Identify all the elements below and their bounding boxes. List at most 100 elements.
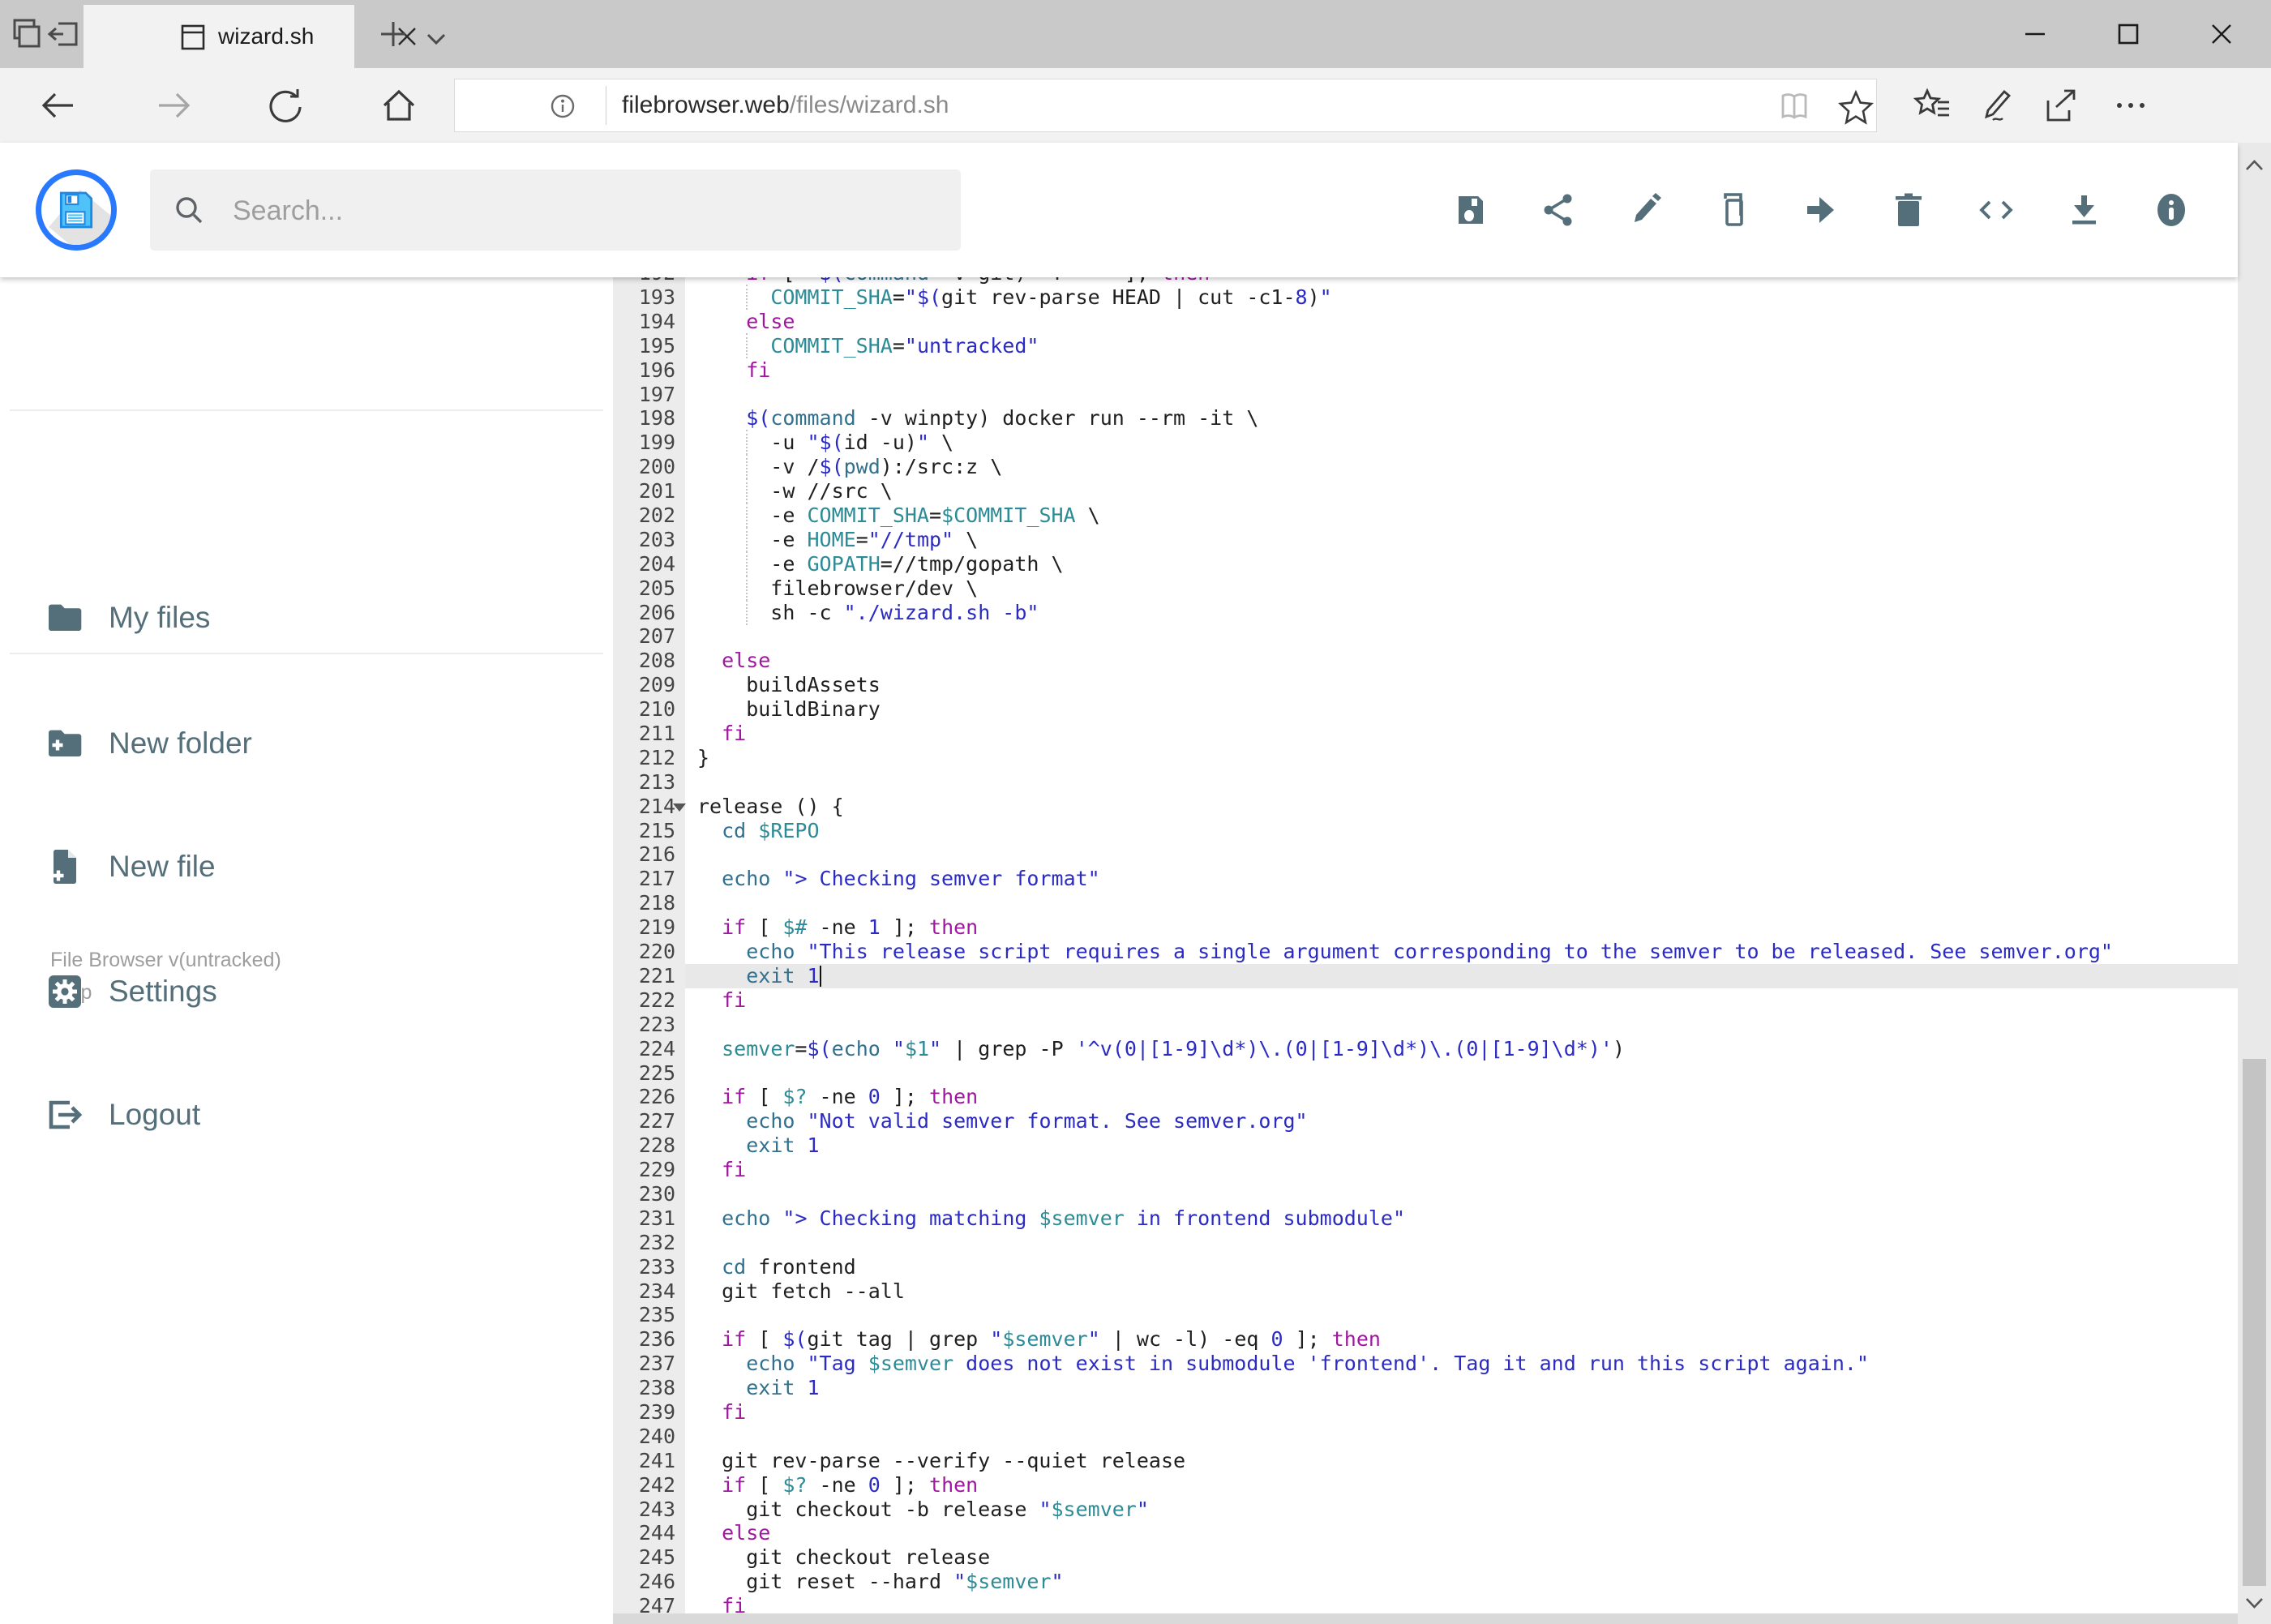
code-line[interactable]: 203 -e HOME="//tmp" \ (613, 526, 2238, 552)
more-options-icon[interactable] (2111, 86, 2150, 125)
annotate-pen-icon[interactable] (1977, 86, 2016, 125)
code-line[interactable]: 209 buildAssets (613, 673, 2238, 697)
code-line[interactable]: 198 $(command -v winpty) docker run --rm… (613, 406, 2238, 431)
code-line[interactable]: 224 semver=$(echo "$1" | grep -P '^v(0|[… (613, 1037, 2238, 1061)
code-line[interactable]: 246 git reset --hard "$semver" (613, 1570, 2238, 1594)
search-input[interactable] (231, 169, 932, 252)
refresh-icon[interactable] (266, 86, 305, 125)
move-button[interactable] (1803, 192, 1839, 228)
tab-list-chevron-icon[interactable] (422, 23, 456, 57)
close-window-button[interactable] (2199, 11, 2244, 57)
code-line[interactable]: 223 (613, 1013, 2238, 1037)
code-line[interactable]: 235 (613, 1303, 2238, 1327)
favorite-star-icon[interactable] (1838, 89, 1874, 125)
share-button[interactable] (1540, 192, 1576, 228)
page-scrollbar[interactable] (2238, 143, 2271, 1624)
browser-tab[interactable]: wizard.sh (84, 5, 416, 68)
code-line[interactable]: 197 (613, 383, 2238, 407)
code-line[interactable]: 218 (613, 891, 2238, 915)
code-line[interactable]: 225 (613, 1061, 2238, 1086)
tab-preview-icon[interactable] (10, 17, 44, 51)
minimize-button[interactable] (2012, 11, 2058, 57)
code-line[interactable]: 244 else (613, 1521, 2238, 1545)
copy-button[interactable] (1716, 192, 1751, 228)
code-line[interactable]: 207 (613, 624, 2238, 649)
code-view-button[interactable] (1978, 192, 2014, 228)
code-line[interactable]: 208 else (613, 649, 2238, 673)
home-icon[interactable] (379, 86, 418, 125)
back-icon[interactable] (39, 86, 78, 125)
filebrowser-logo[interactable] (36, 169, 117, 251)
set-aside-tabs-icon[interactable] (47, 17, 81, 51)
code-line[interactable]: 216 (613, 842, 2238, 867)
sidebar-item-new-file[interactable]: New file (0, 822, 613, 911)
code-line[interactable]: 242 if [ $? -ne 0 ]; then (613, 1473, 2238, 1498)
code-line[interactable]: 228 exit 1 (613, 1133, 2238, 1158)
code-line[interactable]: 214 release () { (613, 795, 2238, 819)
new-tab-icon[interactable] (376, 17, 410, 51)
code-line[interactable]: 204 -e GOPATH=//tmp/gopath \ (613, 551, 2238, 576)
code-line[interactable]: 229 fi (613, 1158, 2238, 1182)
code-line[interactable]: 239 fi (613, 1400, 2238, 1425)
code-line[interactable]: 232 (613, 1231, 2238, 1255)
code-line[interactable]: 211 fi (613, 722, 2238, 746)
code-line[interactable]: 233 cd frontend (613, 1255, 2238, 1279)
rename-button[interactable] (1628, 192, 1664, 228)
code-line[interactable]: 199 -u "$(id -u)" \ (613, 430, 2238, 456)
code-line[interactable]: 194 else (613, 310, 2238, 334)
scroll-up-icon[interactable] (2244, 156, 2265, 176)
code-line[interactable]: 213 (613, 770, 2238, 795)
code-line[interactable]: 217 echo "> Checking semver format" (613, 867, 2238, 891)
search-box[interactable] (150, 169, 961, 252)
code-line[interactable]: 220 echo "This release script requires a… (613, 940, 2238, 964)
code-line[interactable]: 210 buildBinary (613, 697, 2238, 722)
address-bar[interactable]: filebrowser.web/files/wizard.sh (454, 79, 1877, 132)
code-line[interactable]: 215 cd $REPO (613, 819, 2238, 843)
code-line[interactable]: 212} (613, 746, 2238, 770)
code-line[interactable]: 219 if [ $# -ne 1 ]; then (613, 915, 2238, 940)
code-line[interactable]: 237 echo "Tag $semver does not exist in … (613, 1352, 2238, 1376)
code-line[interactable]: 226 if [ $? -ne 0 ]; then (613, 1085, 2238, 1109)
code-line[interactable]: 234 git fetch --all (613, 1279, 2238, 1304)
code-line[interactable]: 196 fi (613, 358, 2238, 383)
code-line[interactable]: 236 if [ $(git tag | grep "$semver" | wc… (613, 1327, 2238, 1352)
sidebar-item-settings[interactable]: Settings (0, 947, 613, 1036)
sidebar-item-logout[interactable]: Logout (0, 1070, 613, 1159)
code-line[interactable]: 241 git rev-parse --verify --quiet relea… (613, 1449, 2238, 1473)
fold-marker-icon[interactable] (673, 803, 686, 812)
code-line[interactable]: 245 git checkout release (613, 1545, 2238, 1570)
download-button[interactable] (2066, 192, 2102, 228)
code-line[interactable]: 240 (613, 1425, 2238, 1449)
code-line[interactable]: 227 echo "Not valid semver format. See s… (613, 1109, 2238, 1133)
forward-icon[interactable] (154, 86, 193, 125)
favorites-hub-icon[interactable] (1913, 86, 1952, 125)
editor-horizontal-scrollbar[interactable] (613, 1613, 2238, 1624)
code-line[interactable]: 206 sh -c "./wizard.sh -b" (613, 599, 2238, 625)
code-line[interactable]: 200 -v /$(pwd):/src:z \ (613, 454, 2238, 480)
code-line[interactable]: 230 (613, 1182, 2238, 1206)
line-number: 209 (638, 673, 675, 697)
sidebar-item-new-folder[interactable]: New folder (0, 699, 613, 788)
delete-button[interactable] (1891, 192, 1926, 228)
code-line[interactable]: 205 filebrowser/dev \ (613, 575, 2238, 601)
maximize-button[interactable] (2106, 11, 2151, 57)
save-button[interactable] (1453, 192, 1489, 228)
info-button[interactable] (2153, 192, 2189, 228)
site-info-icon[interactable] (551, 94, 575, 118)
scrollbar-thumb[interactable] (2243, 1059, 2266, 1586)
code-line[interactable]: 195 COMMIT_SHA="untracked" (613, 332, 2238, 358)
share-page-icon[interactable] (2040, 86, 2079, 125)
sidebar-item-my-files[interactable]: My files (0, 573, 613, 662)
code-line[interactable]: 222 fi (613, 988, 2238, 1013)
scroll-down-icon[interactable] (2244, 1592, 2265, 1613)
reading-view-icon[interactable] (1776, 89, 1812, 125)
code-line[interactable]: 231 echo "> Checking matching $semver in… (613, 1206, 2238, 1231)
code-line[interactable]: 243 git checkout -b release "$semver" (613, 1498, 2238, 1522)
code-line[interactable]: 201 -w //src \ (613, 478, 2238, 504)
code-line[interactable]: 193 COMMIT_SHA="$(git rev-parse HEAD | c… (613, 285, 2238, 310)
code-line[interactable]: 238 exit 1 (613, 1376, 2238, 1400)
code-line[interactable]: 221 exit 1 (613, 963, 2238, 988)
code-line[interactable]: 202 -e COMMIT_SHA=$COMMIT_SHA \ (613, 503, 2238, 529)
code-editor[interactable]: 192 if [ "$(command -v git)" != "" ]; th… (613, 277, 2238, 1624)
code-line[interactable]: 192 if [ "$(command -v git)" != "" ]; th… (613, 277, 2238, 285)
